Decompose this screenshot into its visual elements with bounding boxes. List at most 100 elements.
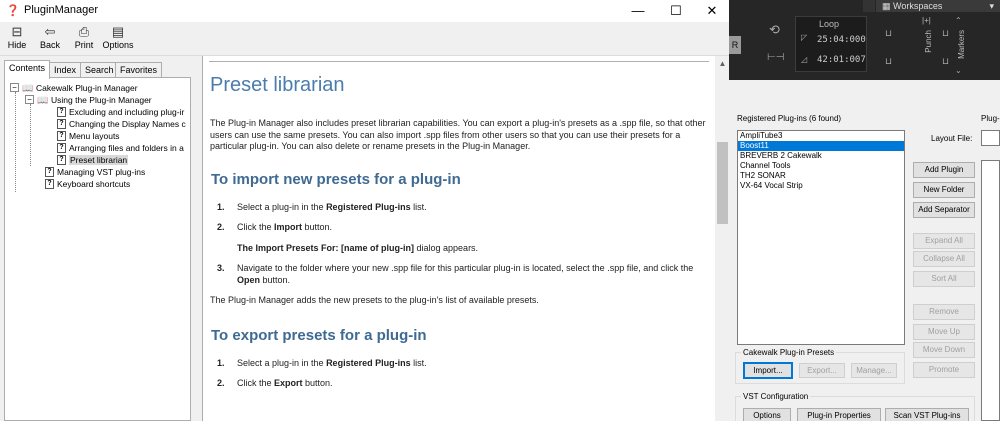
- tree-item[interactable]: − 📖 Using the Plug-in Manager: [25, 93, 152, 105]
- manage-presets-button[interactable]: Manage...: [851, 363, 897, 378]
- help-page-icon: ?: [57, 142, 66, 153]
- new-folder-button[interactable]: New Folder: [913, 182, 975, 198]
- punch-out-icon[interactable]: ⊔: [885, 56, 892, 67]
- scroll-thumb[interactable]: [717, 142, 728, 224]
- tree-item[interactable]: − 📖 Cakewalk Plug-in Manager: [10, 81, 138, 93]
- loop-start-time[interactable]: 25:04:000: [817, 35, 866, 45]
- marker-add-icon[interactable]: ⊔: [942, 28, 949, 39]
- add-separator-button[interactable]: Add Separator: [913, 202, 975, 218]
- tree-item[interactable]: ? Keyboard shortcuts: [45, 177, 130, 189]
- scan-vst-plugins-button[interactable]: Scan VST Plug-ins: [885, 408, 969, 421]
- move-down-button[interactable]: Move Down: [913, 342, 975, 358]
- options-label: Options: [102, 40, 134, 50]
- tree-item[interactable]: ? Excluding and including plug-ir: [57, 105, 184, 117]
- close-button[interactable]: ✕: [694, 0, 730, 22]
- markers-label: Markers: [957, 30, 966, 59]
- export-presets-button[interactable]: Export...: [799, 363, 845, 378]
- minimize-button[interactable]: —: [620, 0, 656, 22]
- plugin-properties-button[interactable]: Plug-in Properties: [797, 408, 881, 421]
- tree-item[interactable]: ? Managing VST plug-ins: [45, 165, 145, 177]
- navigation-pane: Contents Index Search Favorites − 📖 Cakewa…: [0, 56, 196, 421]
- vst-configuration-label: VST Configuration: [741, 392, 811, 401]
- tree-item[interactable]: ? Arranging files and folders in a: [57, 141, 184, 153]
- remove-button[interactable]: Remove: [913, 304, 975, 320]
- contents-tree[interactable]: − 📖 Cakewalk Plug-in Manager − 📖 Using the P…: [4, 77, 191, 421]
- plugin-list-item[interactable]: TH2 SONAR: [738, 171, 904, 181]
- tree-item[interactable]: ? Menu layouts: [57, 129, 120, 141]
- maximize-button[interactable]: ☐: [658, 0, 694, 22]
- plugin-list-item[interactable]: VX-64 Vocal Strip: [738, 181, 904, 191]
- grid-icon: ▦: [882, 1, 894, 11]
- options-icon: ▤: [111, 24, 125, 39]
- tree-guide-line: [30, 104, 31, 166]
- tree-item-selected[interactable]: ? Preset librarian: [57, 153, 129, 165]
- tab-index[interactable]: Index: [49, 62, 82, 78]
- loop-toggle-icon[interactable]: ⟲: [769, 22, 780, 38]
- printer-icon: ⎙: [78, 24, 90, 39]
- header-rule: [209, 61, 709, 62]
- export-step-1: 1. Select a plug-in in the Registered Plu…: [217, 357, 427, 368]
- vertical-scrollbar[interactable]: ▲: [715, 56, 729, 421]
- help-file-icon: ❓: [6, 5, 20, 17]
- import-step-2: 2. Click the Import button. The Import Pr…: [210, 222, 710, 254]
- sort-all-button[interactable]: Sort All: [913, 271, 975, 287]
- loop-end-time[interactable]: 42:01:007: [817, 55, 866, 65]
- back-button[interactable]: ⇦ Back: [36, 24, 64, 54]
- hide-pane-icon: ⊟: [11, 24, 23, 39]
- export-heading: To export presets for a plug-in: [211, 326, 427, 344]
- tree-item[interactable]: ? Changing the Display Names c: [57, 117, 186, 129]
- tab-search[interactable]: Search: [80, 62, 119, 78]
- page-title: Preset librarian: [210, 74, 345, 96]
- title-bar[interactable]: ❓ PluginManager — ☐ ✕: [0, 0, 729, 22]
- punch-label: Punch: [924, 30, 933, 53]
- export-step-2: 2. Click the Export button.: [217, 378, 333, 388]
- chevron-down-icon: ▾: [989, 1, 994, 11]
- tab-contents[interactable]: Contents: [4, 60, 51, 79]
- collapse-icon[interactable]: −: [10, 83, 19, 93]
- plugin-list-item[interactable]: Boost11: [738, 141, 904, 151]
- content-pane: Preset librarian The Plug-in Manager als…: [202, 56, 729, 421]
- help-window: ❓ PluginManager — ☐ ✕ ⊟ Hide ⇦ Back ⎙ Pr…: [0, 0, 729, 421]
- import-presets-button[interactable]: Import...: [743, 362, 793, 379]
- plugin-list-item[interactable]: BREVERB 2 Cakewalk: [738, 151, 904, 161]
- open-book-icon: 📖: [22, 82, 34, 93]
- collapse-icon[interactable]: −: [25, 95, 34, 105]
- move-up-button[interactable]: Move Up: [913, 324, 975, 340]
- import-step-1: 1. Select a plug-in in the Registered Plu…: [217, 201, 427, 212]
- help-page-icon: ?: [57, 106, 66, 117]
- plugin-list-item[interactable]: Channel Tools: [738, 161, 904, 171]
- layout-file-input[interactable]: [981, 130, 1000, 146]
- punch-plus-icon[interactable]: |+|: [922, 16, 931, 25]
- plugin-list-item[interactable]: AmpliTube3: [738, 131, 904, 141]
- collapse-all-button[interactable]: Collapse All: [913, 251, 975, 267]
- help-page-icon: ?: [57, 130, 66, 141]
- options-button[interactable]: ▤ Options: [102, 24, 134, 54]
- markers-expand-icon[interactable]: ⌃: [955, 16, 962, 25]
- hide-button[interactable]: ⊟ Hide: [4, 24, 30, 54]
- registered-plugins-list[interactable]: AmpliTube3 Boost11 BREVERB 2 Cakewalk Chann…: [737, 130, 905, 345]
- open-book-icon: 📖: [37, 94, 49, 105]
- expand-all-button[interactable]: Expand All: [913, 233, 975, 249]
- back-arrow-icon: ⇦: [44, 24, 56, 39]
- loop-range-icon[interactable]: ⊢⊣: [767, 52, 784, 63]
- promote-button[interactable]: Promote: [913, 362, 975, 378]
- daw-control-bar: ▦ Workspaces ▾ R ⟲ ⊢⊣ Loop ◸ 25:04:000 ◿ …: [729, 0, 1000, 80]
- marker-next-icon[interactable]: ⊔: [942, 56, 949, 67]
- help-page-icon: ?: [57, 154, 66, 165]
- workspaces-menu[interactable]: ▦ Workspaces ▾: [876, 0, 1000, 12]
- markers-collapse-icon[interactable]: ⌄: [955, 66, 962, 75]
- layout-tree-view[interactable]: [981, 160, 1000, 421]
- add-plugin-button[interactable]: Add Plugin: [913, 162, 975, 178]
- scroll-up-icon[interactable]: ▲: [715, 56, 729, 71]
- loop-start-icon: ◸: [801, 33, 808, 42]
- record-button[interactable]: R: [729, 36, 741, 54]
- import-step-3: 3. Navigate to the folder where your new …: [217, 263, 694, 285]
- window-title: PluginManager: [24, 4, 98, 16]
- print-button[interactable]: ⎙ Print: [70, 24, 98, 54]
- plugin-manager-dialog: Registered Plug-ins (6 found) AmpliTube3…: [729, 80, 1000, 421]
- vst-options-button[interactable]: Options: [743, 408, 791, 421]
- punch-in-icon[interactable]: ⊔: [885, 28, 892, 39]
- article: Preset librarian The Plug-in Manager als…: [210, 74, 710, 399]
- tab-favorites[interactable]: Favorites: [115, 62, 163, 78]
- loop-label: Loop: [819, 19, 840, 29]
